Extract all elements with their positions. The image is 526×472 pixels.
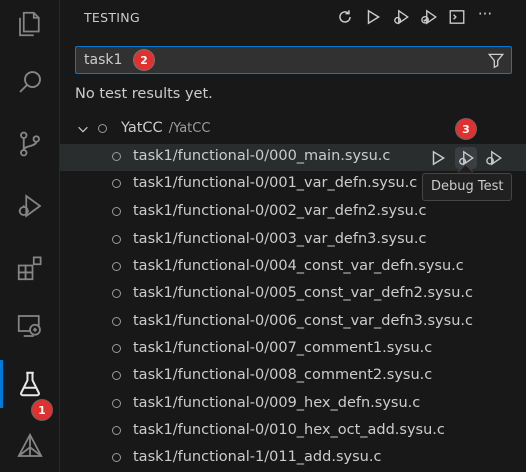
step-badge-1: 1 [32, 400, 52, 420]
status-circle-icon [112, 399, 121, 408]
remote-explorer-icon[interactable] [0, 302, 59, 350]
status-circle-icon [112, 152, 121, 161]
search-icon[interactable] [0, 58, 59, 106]
test-item-label: task1/functional-0/010_hex_oct_add.sysu.… [133, 422, 445, 438]
test-item[interactable]: task1/functional-1/011_add.sysu.c [60, 445, 526, 472]
run-test-icon[interactable] [427, 147, 449, 169]
test-item-label: task1/functional-0/002_var_defn2.sysu.c [133, 203, 427, 219]
status-circle-icon [112, 426, 121, 435]
status-circle-icon [112, 344, 121, 353]
more-icon[interactable]: ··· [474, 3, 496, 25]
test-item-label: task1/functional-1/011_add.sysu.c [133, 449, 382, 465]
test-item-label: task1/functional-0/004_const_var_defn.sy… [133, 258, 464, 274]
status-circle-icon [98, 124, 107, 133]
test-item[interactable]: task1/functional-0/007_comment1.sysu.c [60, 336, 526, 363]
test-item-label: task1/functional-0/009_hex_defn.sysu.c [133, 395, 421, 411]
testing-sidebar: TESTING ··· task1 2 No test results yet. [60, 0, 526, 472]
test-item[interactable]: task1/functional-0/010_hex_oct_add.sysu.… [60, 418, 526, 445]
status-circle-icon [112, 262, 121, 271]
filter-input-value: task1 [84, 52, 123, 68]
source-control-icon[interactable] [0, 120, 59, 168]
sidebar-title: TESTING [84, 10, 140, 25]
status-circle-icon [112, 179, 121, 188]
tree-root-path: /YatCC [168, 121, 211, 136]
test-item[interactable]: task1/functional-0/006_const_var_defn3.s… [60, 309, 526, 336]
test-item[interactable]: task1/functional-0/003_var_defn3.sysu.c [60, 227, 526, 254]
tree-root-label: YatCC [121, 120, 163, 136]
run-debug-icon[interactable] [0, 182, 59, 230]
status-circle-icon [112, 235, 121, 244]
test-item-label: task1/functional-0/006_const_var_defn3.s… [133, 313, 473, 329]
chevron-down-icon[interactable] [76, 122, 90, 136]
run-with-coverage-icon[interactable] [483, 147, 505, 169]
test-item-label: task1/functional-0/008_comment2.sysu.c [133, 367, 433, 383]
step-badge-2: 2 [134, 50, 154, 70]
status-circle-icon [112, 371, 121, 380]
activity-bar: 1 [0, 0, 60, 472]
debug-test-tooltip: Debug Test [422, 173, 513, 201]
status-circle-icon [112, 207, 121, 216]
test-item[interactable]: task1/functional-0/000_main.sysu.c [60, 144, 526, 171]
test-item[interactable]: task1/functional-0/009_hex_defn.sysu.c [60, 391, 526, 418]
testing-icon[interactable] [0, 360, 59, 408]
step-badge-3: 3 [456, 119, 476, 139]
test-item-label: task1/functional-0/007_comment1.sysu.c [133, 340, 433, 356]
test-item[interactable]: task1/functional-0/005_const_var_defn2.s… [60, 281, 526, 308]
test-item-label: task1/functional-0/000_main.sysu.c [133, 148, 391, 164]
status-circle-icon [112, 289, 121, 298]
filter-icon[interactable] [487, 51, 505, 69]
test-item-label: task1/functional-0/001_var_defn.sysu.c [133, 175, 418, 191]
run-all-icon[interactable] [362, 6, 384, 28]
coverage-icon[interactable] [418, 6, 440, 28]
test-item-label: task1/functional-0/005_const_var_defn2.s… [133, 285, 473, 301]
refresh-icon[interactable] [334, 6, 356, 28]
status-message: No test results yet. [75, 86, 213, 102]
test-item-label: task1/functional-0/003_var_defn3.sysu.c [133, 231, 427, 247]
terminal-icon[interactable] [446, 6, 468, 28]
extension-logo-icon[interactable] [0, 422, 59, 470]
extensions-icon[interactable] [0, 244, 59, 292]
debug-all-icon[interactable] [390, 6, 412, 28]
test-item[interactable]: task1/functional-0/008_comment2.sysu.c [60, 363, 526, 390]
status-circle-icon [112, 453, 121, 462]
test-item[interactable]: task1/functional-0/002_var_defn2.sysu.c [60, 199, 526, 226]
test-item[interactable]: task1/functional-0/004_const_var_defn.sy… [60, 254, 526, 281]
explorer-icon[interactable] [0, 0, 59, 48]
status-circle-icon [112, 317, 121, 326]
